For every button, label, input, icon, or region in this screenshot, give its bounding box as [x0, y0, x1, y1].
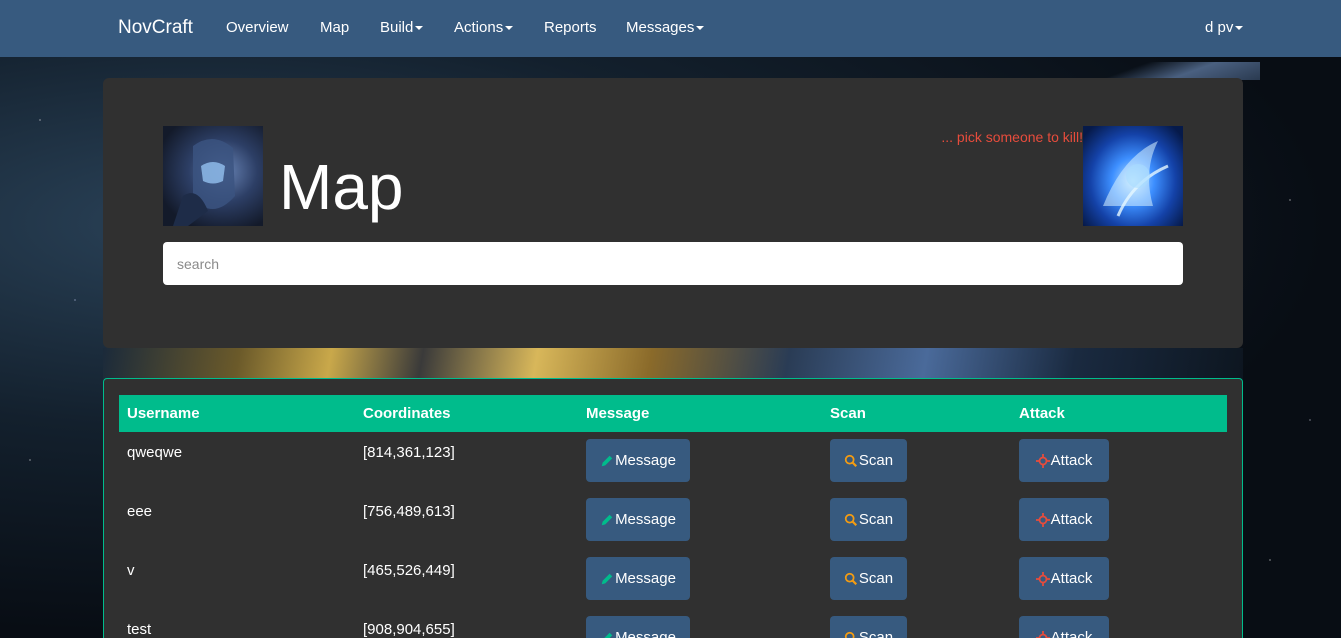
caret-down-icon	[696, 26, 705, 31]
nav-build[interactable]: Build	[380, 19, 424, 36]
search-icon	[844, 572, 857, 585]
attack-button-label: Attack	[1050, 452, 1093, 469]
pencil-icon	[601, 573, 613, 584]
search-icon	[844, 454, 857, 467]
nav-reports[interactable]: Reports	[544, 19, 597, 36]
user-menu-label: d pv	[1205, 19, 1234, 36]
scan-button[interactable]: Scan	[830, 439, 907, 482]
username-cell: v	[127, 562, 135, 579]
search-icon	[844, 513, 857, 526]
search-icon	[844, 631, 855, 638]
pencil-icon	[603, 632, 613, 638]
username-cell: qweqwe	[127, 444, 183, 461]
nav-actions[interactable]: Actions	[454, 19, 514, 36]
caret-down-icon	[1235, 26, 1244, 31]
caret-down-icon	[505, 26, 514, 31]
crosshair-icon	[1035, 453, 1050, 468]
message-button[interactable]: Message	[586, 498, 690, 541]
header-panel: Map ... pick someone to kill!	[103, 78, 1243, 348]
protoss-portrait-avatar	[163, 126, 263, 226]
attack-button[interactable]: Attack	[1019, 498, 1109, 541]
user-menu[interactable]: d pv	[1205, 19, 1244, 36]
username-cell: test	[127, 621, 152, 638]
scan-button-label: Scan	[858, 629, 894, 638]
players-table-panel: Username Coordinates Message Scan Attack…	[103, 378, 1243, 638]
table-header: Username Coordinates Message Scan Attack	[119, 395, 1227, 432]
top-navbar: NovCraft Overview Map Build Actions Repo…	[0, 0, 1341, 57]
nav-messages-label: Messages	[626, 19, 695, 36]
attack-button-label: Attack	[1050, 511, 1093, 528]
scan-button-label: Scan	[858, 452, 894, 469]
message-button-label: Message	[615, 452, 676, 469]
column-header-coordinates: Coordinates	[363, 405, 451, 422]
scan-button[interactable]: Scan	[830, 557, 907, 600]
column-header-attack: Attack	[1019, 405, 1065, 422]
table-row: v [465,526,449] Message Scan Attack	[119, 550, 1227, 609]
table-row: test [908,904,655] Message Scan Attack	[119, 609, 1227, 638]
brand-logo[interactable]: NovCraft	[118, 17, 193, 39]
nav-actions-label: Actions	[454, 19, 504, 36]
attack-button-label: Attack	[1050, 570, 1093, 587]
coordinates-cell: [465,526,449]	[363, 562, 455, 579]
message-button[interactable]: Message	[586, 439, 690, 482]
crosshair-icon	[1035, 512, 1050, 527]
message-button-label: Message	[615, 629, 676, 638]
column-header-username: Username	[127, 405, 200, 422]
scan-button-label: Scan	[858, 511, 894, 528]
background-artwork-strip	[103, 348, 1243, 380]
coordinates-cell: [756,489,613]	[363, 503, 455, 520]
pencil-icon	[601, 514, 613, 525]
scan-button[interactable]: Scan	[830, 616, 907, 638]
nav-messages[interactable]: Messages	[626, 19, 705, 36]
caret-down-icon	[415, 26, 424, 31]
search-input[interactable]	[163, 242, 1183, 285]
coordinates-cell: [814,361,123]	[363, 444, 455, 461]
username-cell: eee	[127, 503, 153, 520]
message-button-label: Message	[615, 570, 676, 587]
column-header-message: Message	[586, 405, 650, 422]
attack-button[interactable]: Attack	[1019, 439, 1109, 482]
coordinates-cell: [908,904,655]	[363, 621, 455, 638]
crosshair-icon	[1035, 630, 1050, 638]
scan-button[interactable]: Scan	[830, 498, 907, 541]
attack-button-label: Attack	[1050, 629, 1093, 638]
column-header-scan: Scan	[830, 405, 866, 422]
message-button-label: Message	[615, 511, 676, 528]
pencil-icon	[601, 455, 613, 466]
tagline-text: ... pick someone to kill!	[941, 129, 1083, 145]
message-button[interactable]: Message	[586, 557, 690, 600]
table-row: eee [756,489,613] Message Scan Attack	[119, 491, 1227, 550]
nav-build-label: Build	[380, 19, 414, 36]
scan-button-label: Scan	[858, 570, 894, 587]
attack-button[interactable]: Attack	[1019, 616, 1109, 638]
table-row: qweqwe [814,361,123] Message Scan Attack	[119, 432, 1227, 491]
attack-button[interactable]: Attack	[1019, 557, 1109, 600]
page-title: Map	[279, 151, 404, 223]
zealot-portrait-avatar	[1083, 126, 1183, 226]
crosshair-icon	[1035, 571, 1050, 586]
message-button[interactable]: Message	[586, 616, 690, 638]
nav-overview[interactable]: Overview	[226, 19, 289, 36]
nav-map[interactable]: Map	[320, 19, 349, 36]
